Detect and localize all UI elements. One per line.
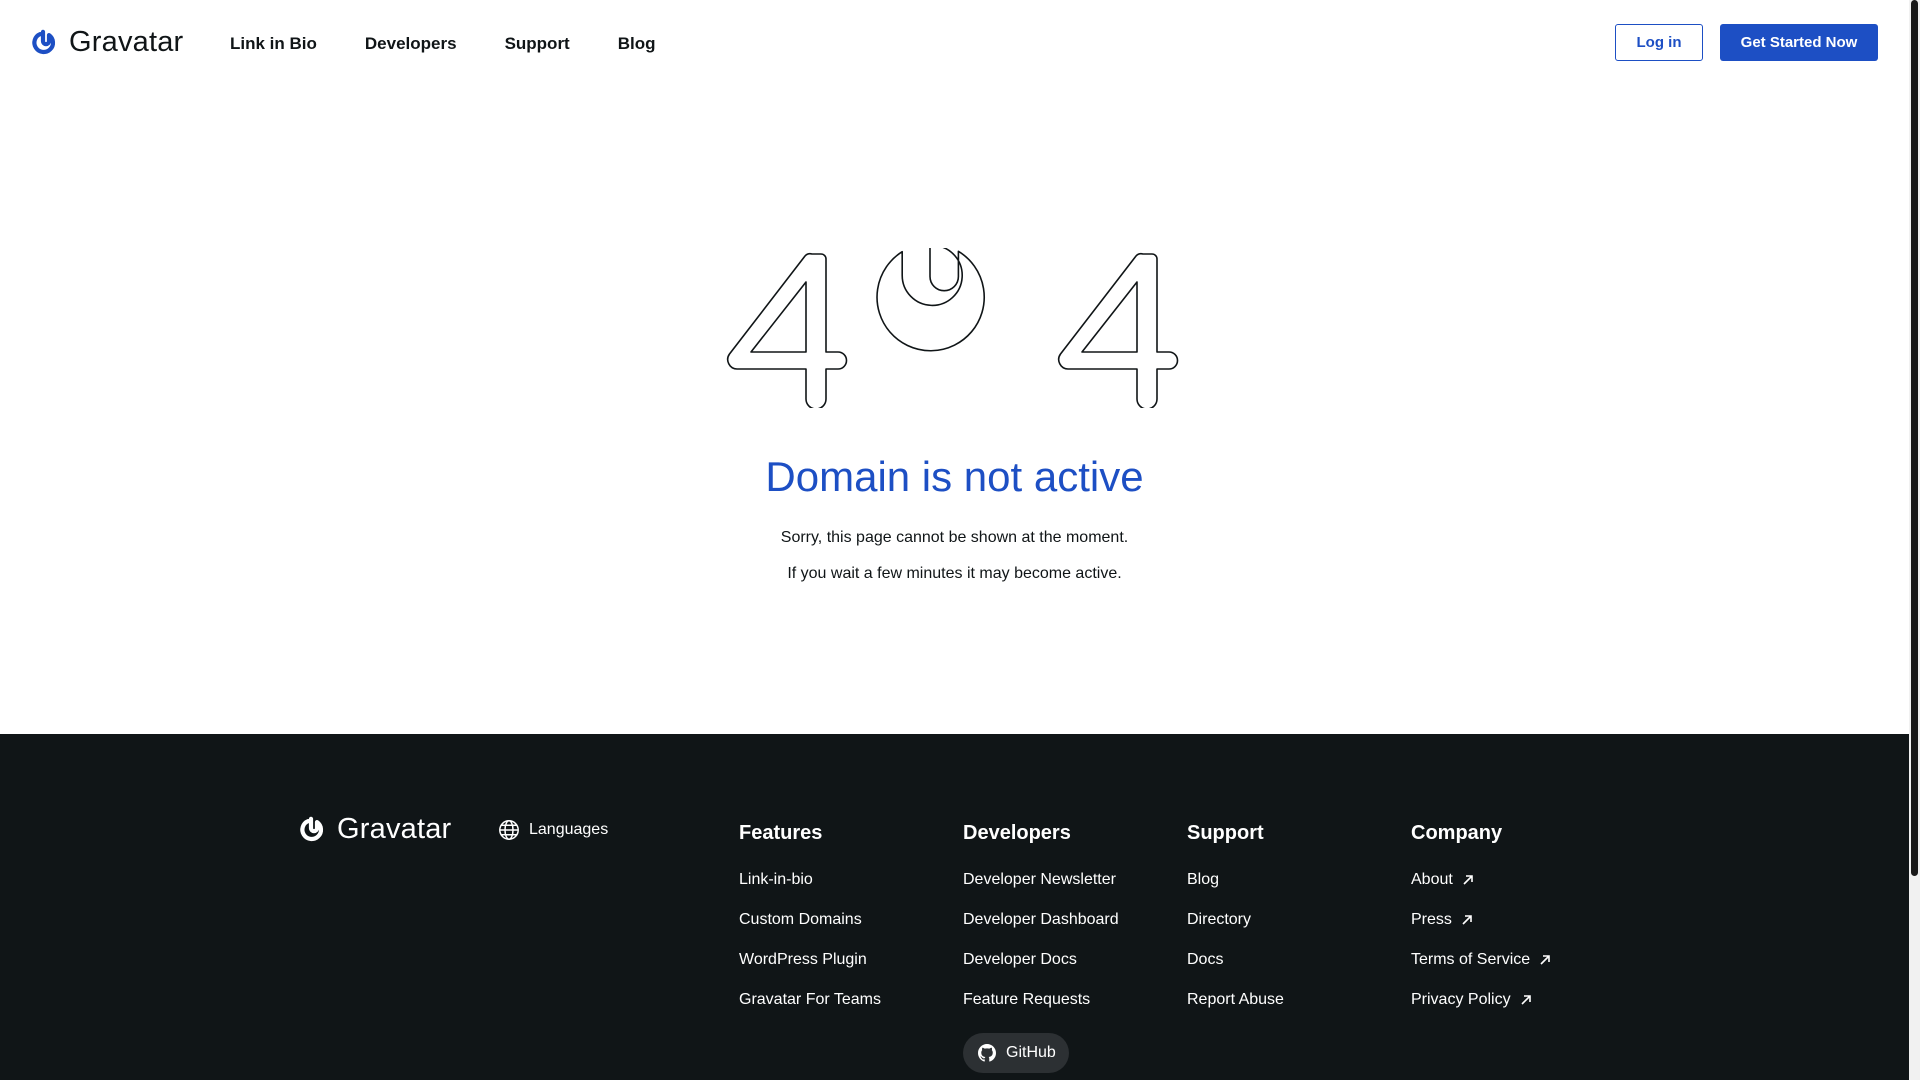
nav-link-in-bio[interactable]: Link in Bio [230, 34, 317, 54]
page-scrollbar[interactable] [1909, 0, 1920, 1080]
gravatar-logo-icon [32, 29, 56, 55]
error-404-illustration [726, 248, 1179, 408]
site-header: Gravatar Link in Bio Developers Support … [0, 0, 1909, 88]
header-logo-link[interactable]: Gravatar [31, 27, 183, 57]
arrow-up-right-icon [1521, 995, 1531, 1005]
languages-label: Languages [529, 821, 609, 838]
footer-brand-text: Gravatar [337, 813, 452, 845]
error-headline: Domain is not active [765, 453, 1144, 500]
github-button[interactable]: GitHub [963, 1033, 1069, 1073]
footer-link-developer-dashboard[interactable]: Developer Dashboard [963, 910, 1119, 930]
footer-link-custom-domains[interactable]: Custom Domains [739, 910, 881, 930]
arrow-up-right-icon [1540, 955, 1550, 965]
footer-link-report-abuse[interactable]: Report Abuse [1187, 990, 1284, 1010]
globe-icon [499, 820, 519, 840]
gravatar-logo-icon [300, 816, 324, 842]
languages-selector[interactable]: Languages [498, 819, 608, 841]
footer-link-docs[interactable]: Docs [1187, 950, 1284, 970]
login-button[interactable]: Log in [1615, 24, 1703, 61]
scrollbar-thumb[interactable] [1911, 0, 1918, 876]
github-icon [978, 1044, 996, 1062]
footer-link-about[interactable]: About [1411, 870, 1552, 890]
error-message-line-2: If you wait a few minutes it may become … [787, 565, 1122, 582]
nav-blog[interactable]: Blog [618, 34, 656, 54]
nav-support[interactable]: Support [505, 34, 570, 54]
footer-link-wordpress-plugin[interactable]: WordPress Plugin [739, 950, 881, 970]
footer-link-developer-docs[interactable]: Developer Docs [963, 950, 1119, 970]
digit-four-left [726, 252, 848, 408]
site-footer: Gravatar Languages Features Link-in-bio … [0, 734, 1909, 1080]
footer-column-features: Features Link-in-bio Custom Domains Word… [739, 821, 881, 1030]
footer-link-blog[interactable]: Blog [1187, 870, 1284, 890]
get-started-button[interactable]: Get Started Now [1720, 24, 1878, 61]
footer-heading-features: Features [739, 822, 823, 844]
header-brand-text: Gravatar [69, 26, 184, 58]
footer-link-developer-newsletter[interactable]: Developer Newsletter [963, 870, 1119, 890]
footer-column-support: Support Blog Directory Docs Report Abuse [1187, 821, 1284, 1030]
footer-link-directory[interactable]: Directory [1187, 910, 1284, 930]
footer-link-link-in-bio[interactable]: Link-in-bio [739, 870, 881, 890]
github-label: GitHub [1006, 1044, 1056, 1061]
gravatar-mark-outline [876, 248, 986, 352]
digit-four-right [1057, 252, 1179, 408]
page-viewport: Gravatar Link in Bio Developers Support … [0, 0, 1909, 1080]
error-message-line-1: Sorry, this page cannot be shown at the … [780, 529, 1129, 546]
footer-heading-company: Company [1411, 822, 1503, 844]
footer-link-feature-requests[interactable]: Feature Requests [963, 990, 1119, 1010]
footer-link-privacy-policy[interactable]: Privacy Policy [1411, 990, 1552, 1010]
footer-link-press[interactable]: Press [1411, 910, 1552, 930]
footer-heading-developers: Developers [963, 822, 1071, 844]
arrow-up-right-icon [1463, 875, 1473, 885]
arrow-up-right-icon [1462, 915, 1472, 925]
footer-link-terms-of-service[interactable]: Terms of Service [1411, 950, 1552, 970]
main-nav: Link in Bio Developers Support Blog [230, 34, 704, 54]
footer-column-developers: Developers Developer Newsletter Develope… [963, 821, 1119, 1030]
nav-developers[interactable]: Developers [365, 34, 457, 54]
footer-heading-support: Support [1187, 822, 1264, 844]
footer-column-company: Company About Press Terms of Service Pri… [1411, 821, 1552, 1030]
footer-link-gravatar-for-teams[interactable]: Gravatar For Teams [739, 990, 881, 1010]
footer-logo-link[interactable]: Gravatar [299, 814, 451, 844]
